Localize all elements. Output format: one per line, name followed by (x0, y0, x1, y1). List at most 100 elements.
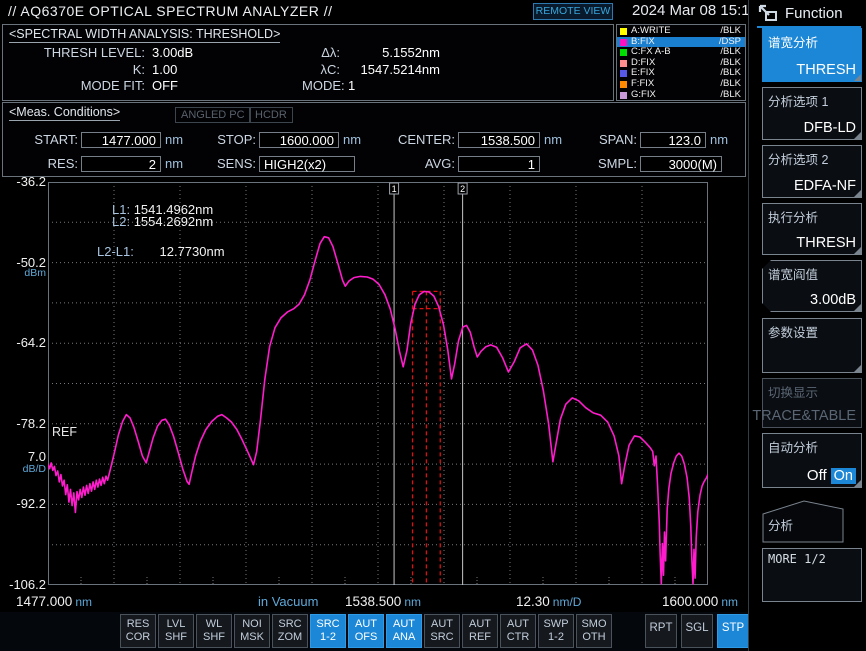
meas-label: SPAN: (599, 131, 637, 149)
softkey-label: 谱宽分析 (768, 32, 818, 51)
toolbar-button-src-1-2[interactable]: SRC1-2 (310, 614, 346, 648)
meas-field-smpl: SMPL:3000(M) (3, 155, 747, 173)
toolbar-button-swp-1-2[interactable]: SWP1-2 (538, 614, 574, 648)
connector-badge: HCDR (249, 107, 293, 123)
softkey-value: THRESH (796, 62, 856, 78)
trace-name: A:WRITE (631, 26, 671, 37)
softkey-sidebar: Function 谱宽分析 THRESH 分析选项 1 DFB-LD 分析选项 2 EDF… (748, 0, 866, 651)
vacuum-label: in Vacuum (258, 594, 318, 609)
toggle-on[interactable]: On (831, 468, 856, 484)
toolbar-button-aut-src[interactable]: AUTSRC (424, 614, 460, 648)
sweep-button-rpt[interactable]: RPT (645, 614, 677, 648)
trace-status: /BLK (720, 26, 741, 37)
meas-panel-title: <Meas. Conditions> (9, 105, 120, 121)
trace-name: F:FIX (631, 79, 654, 90)
softkey-label: 切换显示 (768, 382, 818, 401)
fold-corner (854, 132, 861, 139)
trace-color-swatch (620, 70, 627, 77)
toolbar-button-src-zom[interactable]: SRCZOM (272, 614, 308, 648)
softkey-value: 3.00dB (810, 292, 856, 308)
x-axis-per-div-label: 12.30nm/D (516, 594, 581, 609)
softkey-value: EDFA-NF (794, 178, 856, 194)
softkey-execute-analysis[interactable]: 执行分析THRESH (762, 203, 862, 255)
toolbar-button-lvl-shf[interactable]: LVLSHF (158, 614, 194, 648)
function-label: Function (785, 5, 843, 22)
softkey-label: 参数设置 (768, 322, 818, 341)
softkey-analysis-tab[interactable]: 分析 (762, 500, 844, 543)
analysis-row: THRESH LEVEL:3.00dBΔλ:5.1552nm (3, 45, 440, 60)
grid (48, 182, 708, 585)
trace-status: /BLK (720, 79, 741, 90)
y-axis-unit: dBm (0, 267, 46, 279)
toolbar-button-aut-ref[interactable]: AUTREF (462, 614, 498, 648)
spectrum-plot[interactable]: 12 (48, 182, 708, 585)
trace-row[interactable]: A:WRITE/BLK (617, 26, 745, 37)
softkey-label: 谱宽阎值 (768, 264, 818, 283)
notch (762, 260, 771, 269)
trace-color-swatch (620, 39, 627, 46)
trace-status: /BLK (720, 90, 741, 101)
marker-diff-readout: L2-L1: 12.7730nm (97, 244, 225, 259)
spectrum-svg: 12 (48, 182, 708, 585)
analysis-label: MODE FIT: (3, 78, 145, 93)
x-axis-stop-label: 1600.000nm (662, 594, 738, 609)
softkey-label: MORE 1/2 (768, 552, 826, 566)
softkey-toggle: OffOn (807, 467, 856, 484)
trace-color-swatch (620, 28, 627, 35)
analysis-value: OFF (152, 78, 302, 93)
meas-label: SMPL: (598, 155, 637, 173)
analysis-panel-title: <SPECTRAL WIDTH ANALYSIS: THRESHOLD> (9, 27, 280, 43)
x-axis-center-label: 1538.500nm (345, 594, 421, 609)
meas-unit: nm (710, 131, 728, 149)
y-axis-tick-label: -78.2 (0, 416, 46, 431)
meas-conditions-panel: <Meas. Conditions> ANGLED PCHCDR START:1… (2, 102, 746, 177)
y-axis-tick-label: -64.2 (0, 335, 46, 350)
toolbar-button-smo-oth[interactable]: SMOOTH (576, 614, 612, 648)
meas-value-box[interactable]: 3000(M) (640, 156, 722, 172)
function-icon (757, 3, 779, 23)
softkey-spectral-width-analysis[interactable]: 谱宽分析 THRESH (762, 28, 862, 82)
softkey-analysis-option-1[interactable]: 分析选项 1 DFB-LD (762, 87, 862, 140)
toolbar-button-aut-ctr[interactable]: AUTCTR (500, 614, 536, 648)
toolbar-button-aut-ana[interactable]: AUTANA (386, 614, 422, 648)
softkey-label: 分析选项 2 (768, 149, 828, 168)
softkey-auto-analysis[interactable]: 自动分析OffOn (762, 433, 862, 488)
x-axis-start-label: 1477.000nm (16, 594, 92, 609)
trace-row[interactable]: F:FIX/BLK (617, 79, 745, 90)
softkey-value: THRESH (796, 235, 856, 251)
trace-color-swatch (620, 60, 627, 67)
trace-color-swatch (620, 49, 627, 56)
trace-row[interactable]: G:FIX/BLK (617, 90, 745, 101)
notch (762, 303, 771, 312)
bottom-toolbar: RESCORLVLSHFWLSHFNOIMSKSRCZOMSRC1-2AUTOF… (0, 612, 866, 651)
toolbar-button-res-cor[interactable]: RESCOR (120, 614, 156, 648)
toolbar-button-noi-msk[interactable]: NOIMSK (234, 614, 270, 648)
analysis-label: THRESH LEVEL: (3, 45, 145, 60)
datetime: 2024 Mar 08 15:17 (632, 2, 758, 19)
softkey-label: 分析选项 1 (768, 91, 828, 110)
softkey-more[interactable]: MORE 1/2 (762, 548, 862, 602)
softkey-analysis-option-2[interactable]: 分析选项 2 EDFA-NF (762, 145, 862, 198)
meas-value-box[interactable]: 123.0 (640, 132, 706, 148)
remote-view-badge: REMOTE VIEW (533, 3, 613, 20)
y-axis-tick-label: -106.2 (0, 577, 46, 592)
spectrum-chart-region: 12 -36.2-50.2-64.2-78.2-92.2-106.2dBm7.0… (0, 177, 748, 612)
analysis-value: 5.1552nm (340, 45, 440, 60)
sweep-button-stp[interactable]: STP (717, 614, 749, 648)
trace-color-swatch (620, 92, 627, 99)
softkey-parameter-setup[interactable]: 参数设置 (762, 318, 862, 373)
softkey-value: DFB-LD (804, 120, 856, 136)
toggle-off[interactable]: Off (807, 467, 827, 484)
softkey-width-threshold[interactable]: 谱宽阎值 3.00dB (762, 260, 862, 312)
sweep-button-sgl[interactable]: SGL (681, 614, 713, 648)
marker-l2-readout: L2: 1554.2692nm (112, 214, 213, 229)
function-header: Function (757, 3, 861, 28)
toolbar-button-aut-ofs[interactable]: AUTOFS (348, 614, 384, 648)
y-scale-per-div-unit: dB/D (0, 463, 46, 475)
fold-corner (854, 365, 861, 372)
toolbar-button-wl-shf[interactable]: WLSHF (196, 614, 232, 648)
fold-corner (854, 304, 861, 311)
trace-color-swatch (620, 81, 627, 88)
marker-number: 2 (460, 184, 465, 194)
softkey-switch-display[interactable]: 切换显示TRACE&TABLE (762, 378, 862, 428)
